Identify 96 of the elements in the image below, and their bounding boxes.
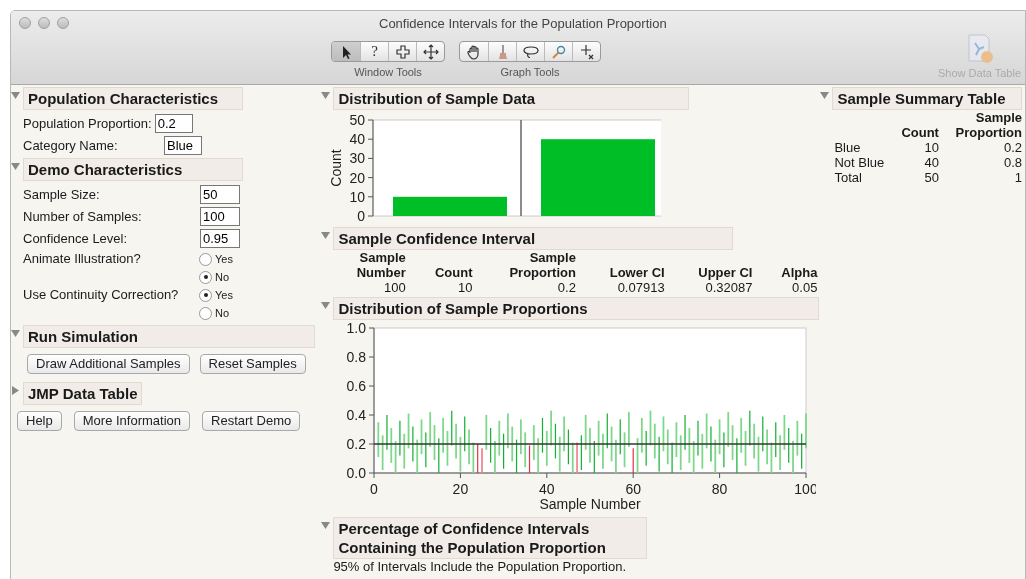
column-header: Lower CI [608, 264, 666, 280]
axis-tick-label: 0.2 [346, 436, 367, 452]
column-header: Count [900, 124, 940, 140]
axis-tick-label: 0.8 [346, 349, 367, 365]
push-button[interactable]: Draw Additional Samples [27, 354, 190, 374]
push-button[interactable]: Restart Demo [202, 411, 301, 431]
toolbar-group-label: Window Tools [354, 66, 422, 78]
input-field[interactable]: 50 [200, 184, 240, 204]
lasso-icon [522, 43, 539, 60]
axis-tick-label: 0.0 [346, 465, 367, 481]
axis-tick-label: 0.4 [346, 407, 367, 423]
window-title: Confidence Intervals for the Population Proportion [379, 15, 667, 31]
section-header: Sample Confidence Interval [333, 227, 734, 250]
result-text: 95% of Intervals Include the Population Proportion. [332, 559, 628, 574]
axis-tick-label: 10 [349, 188, 366, 205]
radio-option[interactable]: Yes [199, 287, 233, 303]
axis-tick-label: 0 [370, 481, 379, 497]
section-header: Distribution of Sample Data [333, 87, 690, 110]
input-field[interactable]: Blue [164, 135, 202, 155]
field-label: Category Name: [23, 137, 119, 153]
radio-option[interactable]: No [199, 269, 233, 285]
field-label: Animate Illustration? [23, 251, 142, 268]
field-label: Number of Samples: [23, 208, 143, 224]
column-header: Upper CI [697, 264, 754, 280]
field-label: Use Continuity Correction? [23, 287, 180, 304]
table-cell-text: 10 [457, 280, 474, 295]
input-field[interactable]: 100 [200, 206, 240, 226]
toolbar-group-label: Graph Tools [500, 66, 560, 78]
collapse-triangle-icon[interactable] [11, 162, 20, 171]
axis-title: Sample Number [539, 496, 641, 512]
input-field[interactable]: 0.95 [200, 228, 240, 248]
crosshair-icon [394, 43, 411, 60]
table-cell-text: 0.07913 [616, 280, 666, 295]
axis-title: Count [328, 149, 345, 187]
collapse-triangle-icon[interactable] [11, 91, 20, 100]
table-cell-text: 0.8 [1002, 155, 1023, 170]
move-arrows-icon [422, 43, 439, 60]
push-button[interactable]: More Information [73, 411, 190, 431]
window-control-button[interactable] [38, 17, 50, 29]
axis-tick-label: 20 [349, 169, 366, 186]
radio-option[interactable]: Yes [199, 251, 233, 267]
column-header: Alpha [780, 264, 819, 280]
crosshair-icon [578, 43, 595, 60]
column-header: Sample Proportion [508, 250, 577, 280]
table-cell-text: 50 [923, 170, 940, 185]
section-header: Demo Characteristics [23, 158, 243, 181]
table-cell-text: 10 [923, 140, 940, 155]
column-header: Sample Proportion [954, 110, 1023, 140]
axis-tick-label: 40 [349, 131, 366, 148]
tool-button[interactable]: ? [360, 42, 388, 61]
tool-button[interactable] [332, 42, 360, 61]
table-cell-text: Total [834, 170, 863, 185]
field-label: Confidence Level: [23, 230, 129, 246]
axis-tick-label: 60 [625, 481, 642, 497]
push-button[interactable]: Help [17, 411, 62, 431]
table-cell-text: 100 [383, 280, 407, 295]
section-header: JMP Data Table [23, 382, 143, 405]
column-header: Sample Number [355, 250, 407, 280]
axis-tick-label: 50 [349, 112, 366, 128]
hand-icon [466, 43, 482, 60]
field-label: Population Proportion: [23, 115, 152, 131]
axis-tick-label: 30 [349, 150, 366, 167]
window-control-button[interactable] [19, 17, 31, 29]
expand-triangle-icon[interactable] [11, 386, 20, 395]
table-cell-text: Not Blue [834, 155, 886, 170]
field-label: Sample Size: [23, 186, 101, 202]
collapse-triangle-icon[interactable] [321, 91, 331, 100]
table-cell-text: 1 [1013, 170, 1023, 185]
table-cell-text: 40 [923, 155, 940, 170]
table-cell: 0.2 [475, 280, 579, 295]
table-cell-text: 0.05 [791, 280, 819, 295]
column-header: Count [433, 264, 474, 280]
axis-tick-label: 20 [453, 481, 469, 497]
magnifier-icon [550, 43, 567, 60]
section-header: Sample Summary Table [832, 87, 1023, 110]
push-button[interactable]: Reset Samples [199, 354, 306, 374]
input-field[interactable]: 0.2 [154, 113, 193, 133]
window-control-button[interactable] [57, 17, 69, 29]
section-header: Run Simulation [23, 325, 315, 348]
axis-tick-label: 1.0 [346, 320, 367, 336]
collapse-triangle-icon[interactable] [321, 521, 331, 530]
axis-tick-label: 0 [357, 208, 366, 224]
radio-option[interactable]: No [199, 305, 233, 321]
axis-tick-label: 80 [712, 481, 728, 497]
axis-tick-label: 40 [539, 481, 555, 497]
section-header: Population Characteristics [23, 87, 243, 110]
section-header: Distribution of Sample Proportions [333, 297, 820, 320]
section-header: Percentage of Confidence Intervals Containing the Population Proportion [333, 517, 648, 559]
table-cell-text: Blue [834, 140, 862, 155]
table-cell-text: 0.32087 [704, 280, 754, 295]
collapse-triangle-icon[interactable] [820, 91, 830, 100]
collapse-triangle-icon[interactable] [11, 329, 20, 338]
collapse-triangle-icon[interactable] [321, 231, 331, 240]
axis-tick-label: 0.6 [346, 378, 367, 394]
table-cell: 0.2 [941, 140, 1025, 155]
collapse-triangle-icon[interactable] [321, 301, 331, 310]
